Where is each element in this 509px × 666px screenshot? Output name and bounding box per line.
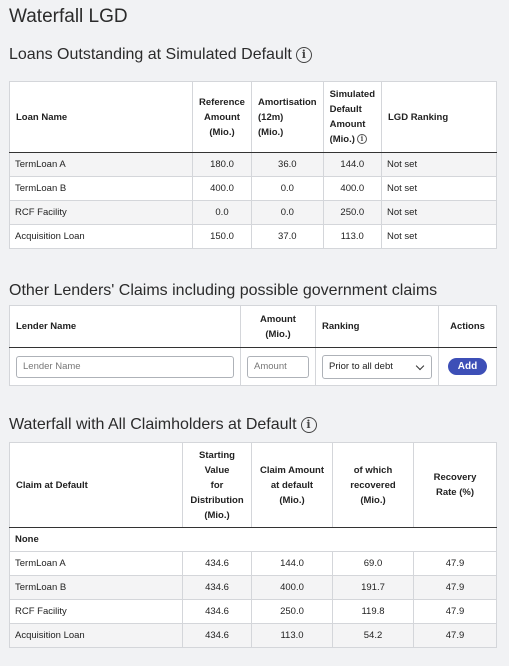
loan-name-cell: Acquisition Loan <box>9 224 193 249</box>
table-row: RCF Facility 0.0 0.0 250.0 Not set <box>9 200 497 225</box>
starting-value-cell: 434.6 <box>182 575 252 600</box>
group-row: None <box>9 527 497 552</box>
info-icon[interactable]: i <box>356 134 367 144</box>
col-ranking: Ranking <box>315 305 439 348</box>
loans-table: Loan Name Reference Amount (Mio.) Amortisa… <box>9 81 497 249</box>
lgd-ranking-cell[interactable]: Not set <box>381 176 497 201</box>
recovered-cell: 119.8 <box>332 599 414 624</box>
amortisation-cell: 0.0 <box>251 200 324 225</box>
recovered-cell: 191.7 <box>332 575 414 600</box>
col-actions: Actions <box>438 305 497 348</box>
simulated-default-cell: 400.0 <box>322 176 383 201</box>
table-row: TermLoan A 180.0 36.0 144.0 Not set <box>9 152 497 177</box>
col-claim-amount: Claim Amount at default (Mio.) <box>251 442 333 528</box>
info-icon[interactable]: i <box>300 417 317 433</box>
claim-amount-cell: 400.0 <box>251 575 333 600</box>
group-label: None <box>9 527 497 552</box>
amortisation-cell: 37.0 <box>251 224 324 249</box>
simulated-default-cell: 144.0 <box>322 152 383 177</box>
claim-name-cell: Acquisition Loan <box>9 623 183 648</box>
col-amortisation: Amortisation (12m) (Mio.) <box>251 81 324 153</box>
claim-amount-cell: 250.0 <box>251 599 333 624</box>
col-claim-at-default: Claim at Default <box>9 442 183 528</box>
recovery-rate-cell: 47.9 <box>413 623 497 648</box>
starting-value-cell: 434.6 <box>182 599 252 624</box>
waterfall-section-title: Waterfall with All Claimholders at Defau… <box>9 416 317 434</box>
recovered-cell: 69.0 <box>332 551 414 576</box>
lenders-section-title: Other Lenders' Claims including possible… <box>9 282 438 299</box>
col-recovered: of which recovered (Mio.) <box>332 442 414 528</box>
amount-input[interactable]: Amount <box>247 355 309 378</box>
table-row: TermLoan B 434.6 400.0 191.7 47.9 <box>9 575 497 600</box>
amortisation-cell: 0.0 <box>251 176 324 201</box>
loan-name-cell: RCF Facility <box>9 200 193 225</box>
simulated-default-cell: 250.0 <box>322 200 383 225</box>
col-lgd-ranking: LGD Ranking <box>381 81 497 153</box>
recovery-rate-cell: 47.9 <box>413 599 497 624</box>
loans-section-title: Loans Outstanding at Simulated Default i <box>9 46 312 64</box>
reference-amount-cell: 150.0 <box>192 224 252 249</box>
recovery-rate-cell: 47.9 <box>413 575 497 600</box>
lgd-ranking-cell[interactable]: Not set <box>381 200 497 225</box>
simulated-default-cell: 113.0 <box>322 224 383 249</box>
table-row: TermLoan A 434.6 144.0 69.0 47.9 <box>9 551 497 576</box>
amount-cell: Amount <box>240 347 316 386</box>
loans-section-title-text: Loans Outstanding at Simulated Default <box>9 46 292 63</box>
claim-amount-cell: 144.0 <box>251 551 333 576</box>
new-lender-row: Lender Name Amount Prior to all debt Add <box>9 347 497 386</box>
col-simulated-default: Simulated Default Amount (Mio.) i <box>322 81 383 153</box>
col-reference-amount: Reference Amount (Mio.) <box>192 81 252 153</box>
loan-name-cell: TermLoan B <box>9 176 193 201</box>
lender-name-input[interactable]: Lender Name <box>16 355 234 378</box>
info-icon[interactable]: i <box>295 47 312 63</box>
lgd-ranking-cell[interactable]: Not set <box>381 224 497 249</box>
lender-name-cell: Lender Name <box>9 347 241 386</box>
waterfall-section-title-text: Waterfall with All Claimholders at Defau… <box>9 416 297 433</box>
reference-amount-cell: 180.0 <box>192 152 252 177</box>
reference-amount-cell: 400.0 <box>192 176 252 201</box>
lenders-table: Lender Name Amount (Mio.) Ranking Actions… <box>9 305 497 386</box>
col-lender-name: Lender Name <box>9 305 241 348</box>
table-row: TermLoan B 400.0 0.0 400.0 Not set <box>9 176 497 201</box>
col-starting-value: Starting Value for Distribution (Mio.) <box>182 442 252 528</box>
starting-value-cell: 434.6 <box>182 551 252 576</box>
add-button[interactable]: Add <box>447 358 488 375</box>
ranking-select[interactable]: Prior to all debt <box>322 354 432 379</box>
chevron-down-icon <box>415 361 425 370</box>
table-row: Acquisition Loan 150.0 37.0 113.0 Not se… <box>9 224 497 249</box>
table-row: RCF Facility 434.6 250.0 119.8 47.9 <box>9 599 497 624</box>
claim-name-cell: TermLoan B <box>9 575 183 600</box>
loan-name-cell: TermLoan A <box>9 152 193 177</box>
actions-cell: Add <box>438 347 497 386</box>
waterfall-table: Claim at Default Starting Value for Distrib… <box>9 442 497 648</box>
recovery-rate-cell: 47.9 <box>413 551 497 576</box>
amortisation-cell: 36.0 <box>251 152 324 177</box>
col-amount: Amount (Mio.) <box>240 305 316 348</box>
claim-name-cell: RCF Facility <box>9 599 183 624</box>
starting-value-cell: 434.6 <box>182 623 252 648</box>
claim-name-cell: TermLoan A <box>9 551 183 576</box>
recovered-cell: 54.2 <box>332 623 414 648</box>
lgd-ranking-cell[interactable]: Not set <box>381 152 497 177</box>
claim-amount-cell: 113.0 <box>251 623 333 648</box>
col-loan-name: Loan Name <box>9 81 193 153</box>
page-title: Waterfall LGD <box>9 6 128 27</box>
col-recovery-rate: Recovery Rate (%) <box>413 442 497 528</box>
ranking-cell: Prior to all debt <box>315 347 439 386</box>
reference-amount-cell: 0.0 <box>192 200 252 225</box>
ranking-select-value: Prior to all debt <box>329 360 393 372</box>
table-row: Acquisition Loan 434.6 113.0 54.2 47.9 <box>9 623 497 648</box>
